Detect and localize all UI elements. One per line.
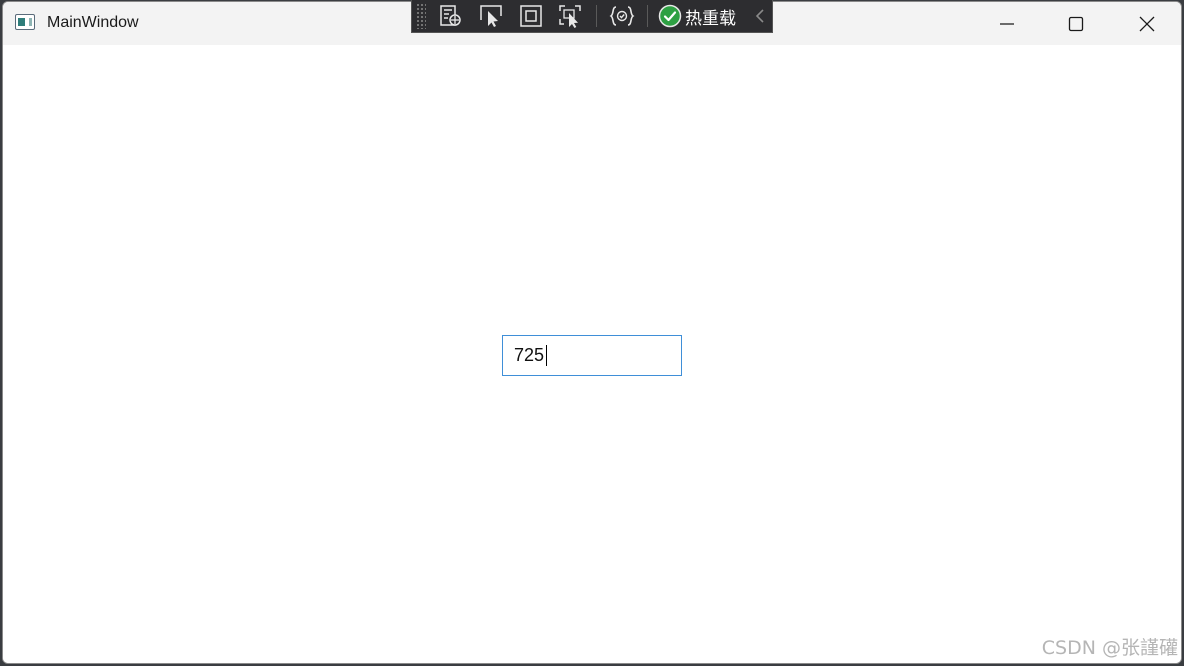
- minimize-icon: [1000, 22, 1014, 25]
- csdn-watermark: CSDN @张謹礶: [1041, 637, 1178, 659]
- check-circle-icon: [658, 4, 682, 28]
- binding-failures-button[interactable]: [607, 1, 637, 31]
- collapse-toolbar-button[interactable]: [754, 8, 766, 24]
- main-window: MainWindow: [2, 1, 1182, 664]
- maximize-icon: [1068, 16, 1084, 31]
- minimize-button[interactable]: [973, 2, 1041, 45]
- close-icon: [1139, 16, 1155, 31]
- visual-tree-icon: [440, 5, 461, 26]
- wpf-window-icon: [15, 14, 35, 30]
- track-focus-icon: [559, 5, 581, 28]
- hot-reload-label: 热重载: [685, 8, 736, 29]
- desktop: MainWindow 725 热重载 CSDN @张謹礶: [0, 0, 1184, 666]
- layout-adorner-button[interactable]: [516, 1, 546, 31]
- chevron-left-icon: [755, 9, 764, 23]
- toolbar-separator: [596, 5, 597, 27]
- layout-adorner-icon: [520, 5, 542, 27]
- close-button[interactable]: [1113, 2, 1181, 45]
- xaml-debug-toolbar: 热重载: [411, 0, 773, 33]
- toolbar-grip-handle[interactable]: [416, 3, 426, 29]
- select-element-button[interactable]: [476, 1, 506, 31]
- select-element-icon: [480, 5, 502, 27]
- maximize-button[interactable]: [1042, 2, 1110, 45]
- text-caret: [546, 345, 547, 366]
- toolbar-separator: [647, 5, 648, 27]
- track-focus-button[interactable]: [556, 1, 586, 31]
- hot-reload-button[interactable]: 热重载: [658, 4, 736, 29]
- window-content: [3, 45, 1181, 663]
- window-title: MainWindow: [47, 14, 139, 31]
- value-textbox[interactable]: [502, 335, 682, 376]
- visual-tree-button[interactable]: [436, 1, 466, 31]
- binding-failures-icon: [609, 6, 635, 26]
